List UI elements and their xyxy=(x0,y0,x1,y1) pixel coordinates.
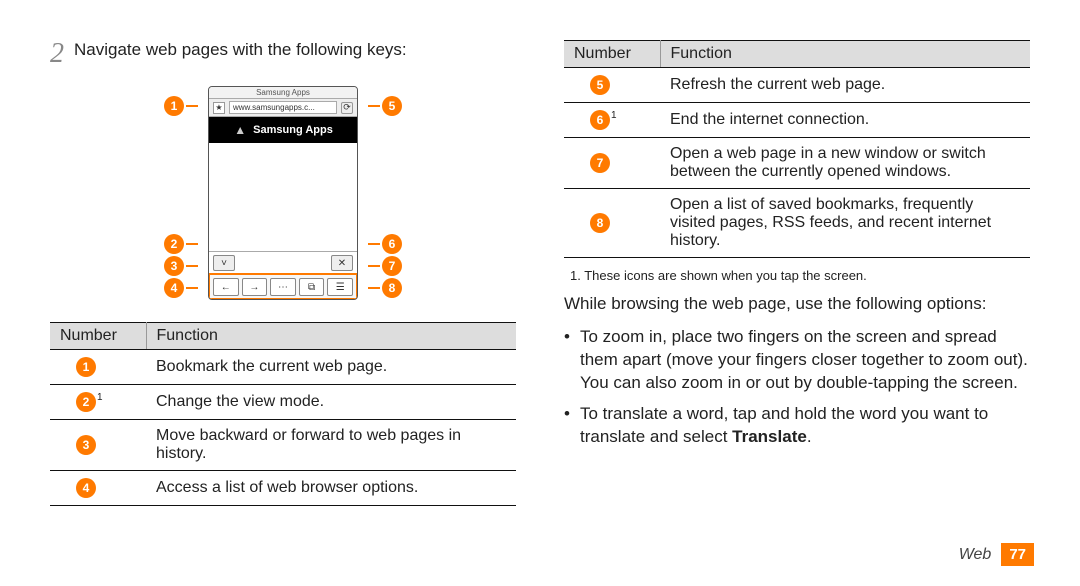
callout-bubble-3: 3 xyxy=(164,256,184,276)
samsung-apps-icon: ▲ xyxy=(233,123,247,137)
table-row: 5 Refresh the current web page. xyxy=(564,68,1030,103)
phone-mockup: Samsung Apps ★ www.samsungapps.c... ⟳ ▲ … xyxy=(208,86,358,300)
callout-bubble-6: 6 xyxy=(382,234,402,254)
connector-line xyxy=(368,265,380,267)
table-row: 4 Access a list of web browser options. xyxy=(50,471,516,506)
row-func: Refresh the current web page. xyxy=(660,68,1030,103)
function-table-left: Number Function 1 Bookmark the current w… xyxy=(50,322,516,506)
phone-title-bar: Samsung Apps xyxy=(209,87,357,99)
table-row: 1 Bookmark the current web page. xyxy=(50,350,516,385)
bookmarks-icon: ☰ xyxy=(327,278,353,296)
connector-line xyxy=(368,287,380,289)
connector-line xyxy=(368,243,380,245)
phone-figure: 1 2 3 4 Samsung Apps xyxy=(50,86,516,300)
callout-bubble-5: 5 xyxy=(382,96,402,116)
table-row: 8 Open a list of saved bookmarks, freque… xyxy=(564,189,1030,258)
translate-keyword: Translate xyxy=(732,427,807,446)
callout-bubble-4: 4 xyxy=(164,278,184,298)
callout-bubble-1: 1 xyxy=(164,96,184,116)
right-column: Number Function 5 Refresh the current we… xyxy=(564,40,1030,506)
page-number: 77 xyxy=(1001,543,1034,566)
row-bubble: 4 xyxy=(76,478,96,498)
table-row: 21 Change the view mode. xyxy=(50,385,516,420)
connector-line xyxy=(368,105,380,107)
row-bubble: 3 xyxy=(76,435,96,455)
forward-icon: → xyxy=(242,278,268,296)
footnote-ref: 1 xyxy=(97,392,103,403)
connector-line xyxy=(186,243,198,245)
col-header-function: Function xyxy=(146,323,516,350)
toolbar-row-2: ← → ⋯ ⧉ ☰ xyxy=(209,274,357,299)
row-func: Change the view mode. xyxy=(146,385,516,420)
row-bubble: 2 xyxy=(76,392,96,412)
page-footer: Web 77 xyxy=(959,543,1034,566)
more-icon: ⋯ xyxy=(270,278,296,296)
row-func: Access a list of web browser options. xyxy=(146,471,516,506)
row-bubble: 8 xyxy=(590,213,610,233)
row-bubble: 1 xyxy=(76,357,96,377)
table-row: 61 End the internet connection. xyxy=(564,103,1030,138)
bookmark-icon: ★ xyxy=(213,102,225,114)
callout-bubble-7: 7 xyxy=(382,256,402,276)
address-text: www.samsungapps.c... xyxy=(229,101,337,114)
list-item: To zoom in, place two fingers on the scr… xyxy=(564,326,1030,395)
manual-page: 2 Navigate web pages with the following … xyxy=(0,0,1080,526)
step-text: Navigate web pages with the following ke… xyxy=(74,40,407,60)
function-table-right: Number Function 5 Refresh the current we… xyxy=(564,40,1030,258)
step-number: 2 xyxy=(50,40,64,68)
app-banner: ▲ Samsung Apps xyxy=(209,117,357,143)
row-bubble: 7 xyxy=(590,153,610,173)
phone-content-area xyxy=(209,143,357,251)
body-intro: While browsing the web page, use the fol… xyxy=(564,293,1030,316)
callout-bubble-8: 8 xyxy=(382,278,402,298)
row-func: Bookmark the current web page. xyxy=(146,350,516,385)
table-row: 7 Open a web page in a new window or swi… xyxy=(564,138,1030,189)
callouts-left: 1 2 3 4 xyxy=(162,86,198,300)
refresh-icon: ⟳ xyxy=(341,102,353,114)
list-item-suffix: . xyxy=(807,427,812,446)
chevron-down-icon: ˅ xyxy=(213,255,235,271)
col-header-number: Number xyxy=(50,323,146,350)
back-icon: ← xyxy=(213,278,239,296)
row-bubble: 6 xyxy=(590,110,610,130)
close-icon: ✕ xyxy=(331,255,353,271)
table-row: 3 Move backward or forward to web pages … xyxy=(50,420,516,471)
footnote: 1. These icons are shown when you tap th… xyxy=(570,268,1030,283)
row-func: Open a web page in a new window or switc… xyxy=(660,138,1030,189)
address-bar: ★ www.samsungapps.c... ⟳ xyxy=(209,99,357,117)
new-window-icon: ⧉ xyxy=(299,278,325,296)
toolbar-row-1: ˅ ✕ xyxy=(209,251,357,274)
col-header-number: Number xyxy=(564,41,660,68)
list-item: To translate a word, tap and hold the wo… xyxy=(564,403,1030,449)
row-func: Open a list of saved bookmarks, frequent… xyxy=(660,189,1030,258)
connector-line xyxy=(186,287,198,289)
step-line: 2 Navigate web pages with the following … xyxy=(50,40,516,68)
options-list: To zoom in, place two fingers on the scr… xyxy=(564,326,1030,449)
row-func: End the internet connection. xyxy=(660,103,1030,138)
left-column: 2 Navigate web pages with the following … xyxy=(50,40,516,506)
callouts-right: 5 6 7 8 xyxy=(368,86,404,300)
section-title: Web xyxy=(959,546,992,564)
connector-line xyxy=(186,105,198,107)
col-header-function: Function xyxy=(660,41,1030,68)
footnote-ref: 1 xyxy=(611,110,617,121)
connector-line xyxy=(186,265,198,267)
app-banner-text: Samsung Apps xyxy=(253,124,333,136)
row-func: Move backward or forward to web pages in… xyxy=(146,420,516,471)
callout-bubble-2: 2 xyxy=(164,234,184,254)
row-bubble: 5 xyxy=(590,75,610,95)
